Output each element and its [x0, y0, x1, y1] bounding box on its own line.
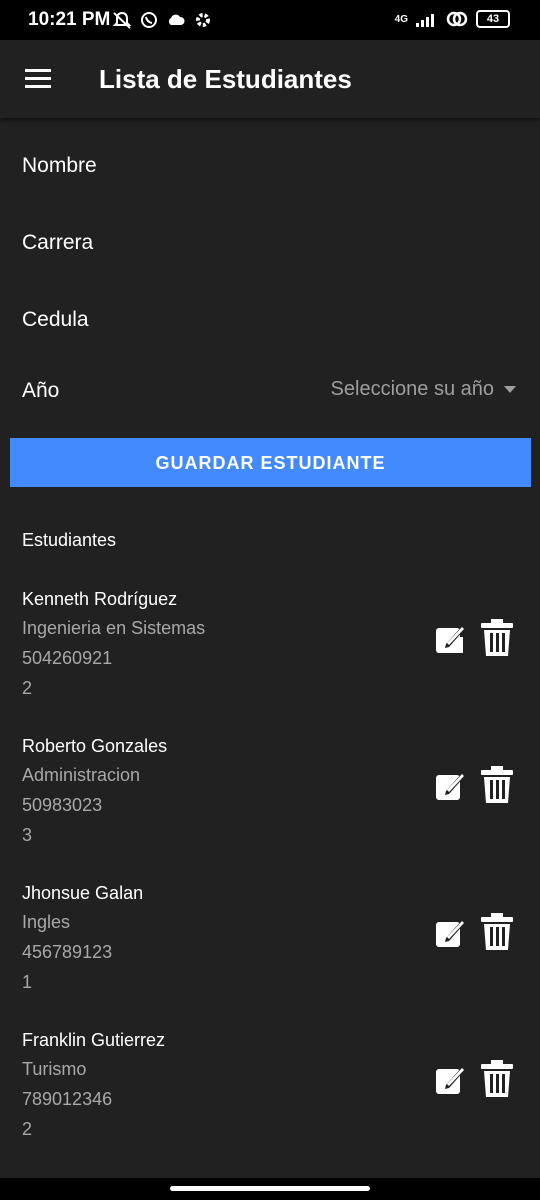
trash-icon[interactable]	[480, 1059, 514, 1099]
status-notification-icons	[112, 11, 212, 29]
student-id: 456789123	[22, 942, 113, 962]
status-bar: 10:21 PM 4G 43	[0, 0, 540, 40]
student-year: 1	[22, 972, 33, 992]
network-type: 4G	[394, 13, 408, 25]
save-student-button[interactable]: GUARDAR ESTUDIANTE	[10, 438, 531, 487]
student-career: Administracion	[22, 765, 141, 785]
student-name: Jhonsue Galan	[22, 883, 144, 903]
student-id: 50983023	[22, 795, 103, 815]
trash-icon[interactable]	[480, 618, 514, 658]
edit-icon[interactable]	[434, 916, 468, 950]
student-career: Ingenieria en Sistemas	[22, 618, 206, 638]
edit-icon[interactable]	[434, 1063, 468, 1097]
menu-icon[interactable]	[25, 69, 51, 89]
student-name: Kenneth Rodríguez	[22, 589, 178, 609]
app-bar: Lista de Estudiantes	[0, 40, 540, 118]
page-title: Lista de Estudiantes	[99, 64, 352, 94]
mute-icon	[112, 11, 132, 29]
hotspot-icon	[446, 11, 468, 27]
battery-indicator: 43	[476, 10, 510, 28]
student-name: Roberto Gonzales	[22, 736, 168, 756]
settings-gear-icon	[196, 13, 210, 27]
trash-icon[interactable]	[480, 912, 514, 952]
signal-icon	[416, 14, 434, 27]
list-item: Franklin Gutierrez Turismo 789012346 2	[0, 1030, 540, 1170]
anio-dropdown-value: Seleccione su año	[330, 378, 494, 400]
student-id: 504260921	[22, 648, 113, 668]
trash-icon[interactable]	[480, 765, 514, 805]
system-nav-bar	[0, 1178, 540, 1200]
student-id: 789012346	[22, 1089, 113, 1109]
student-year: 2	[22, 1119, 33, 1139]
cedula-field[interactable]: Cedula	[22, 308, 89, 332]
home-gesture-handle[interactable]	[170, 1186, 370, 1191]
anio-dropdown[interactable]: Seleccione su año	[331, 378, 516, 401]
student-name: Franklin Gutierrez	[22, 1030, 166, 1050]
student-career: Ingles	[22, 912, 71, 932]
anio-label: Año	[22, 379, 60, 402]
student-year: 3	[22, 825, 33, 845]
carrera-field[interactable]: Carrera	[22, 231, 93, 255]
cloud-icon	[168, 14, 185, 25]
list-item: Jhonsue Galan Ingles 456789123 1	[0, 883, 540, 1023]
dropdown-arrow-icon	[504, 386, 516, 393]
list-item: Kenneth Rodríguez Ingenieria en Sistemas…	[0, 589, 540, 729]
edit-icon[interactable]	[434, 622, 468, 656]
students-section-title: Estudiantes	[22, 530, 117, 550]
list-item: Roberto Gonzales Administracion 50983023…	[0, 736, 540, 876]
status-time: 10:21 PM	[28, 9, 111, 30]
whatsapp-icon	[141, 12, 157, 28]
status-system-icons: 4G 43	[395, 10, 510, 28]
nombre-field[interactable]: Nombre	[22, 154, 97, 178]
student-career: Turismo	[22, 1059, 87, 1079]
student-year: 2	[22, 678, 33, 698]
edit-icon[interactable]	[434, 769, 468, 803]
